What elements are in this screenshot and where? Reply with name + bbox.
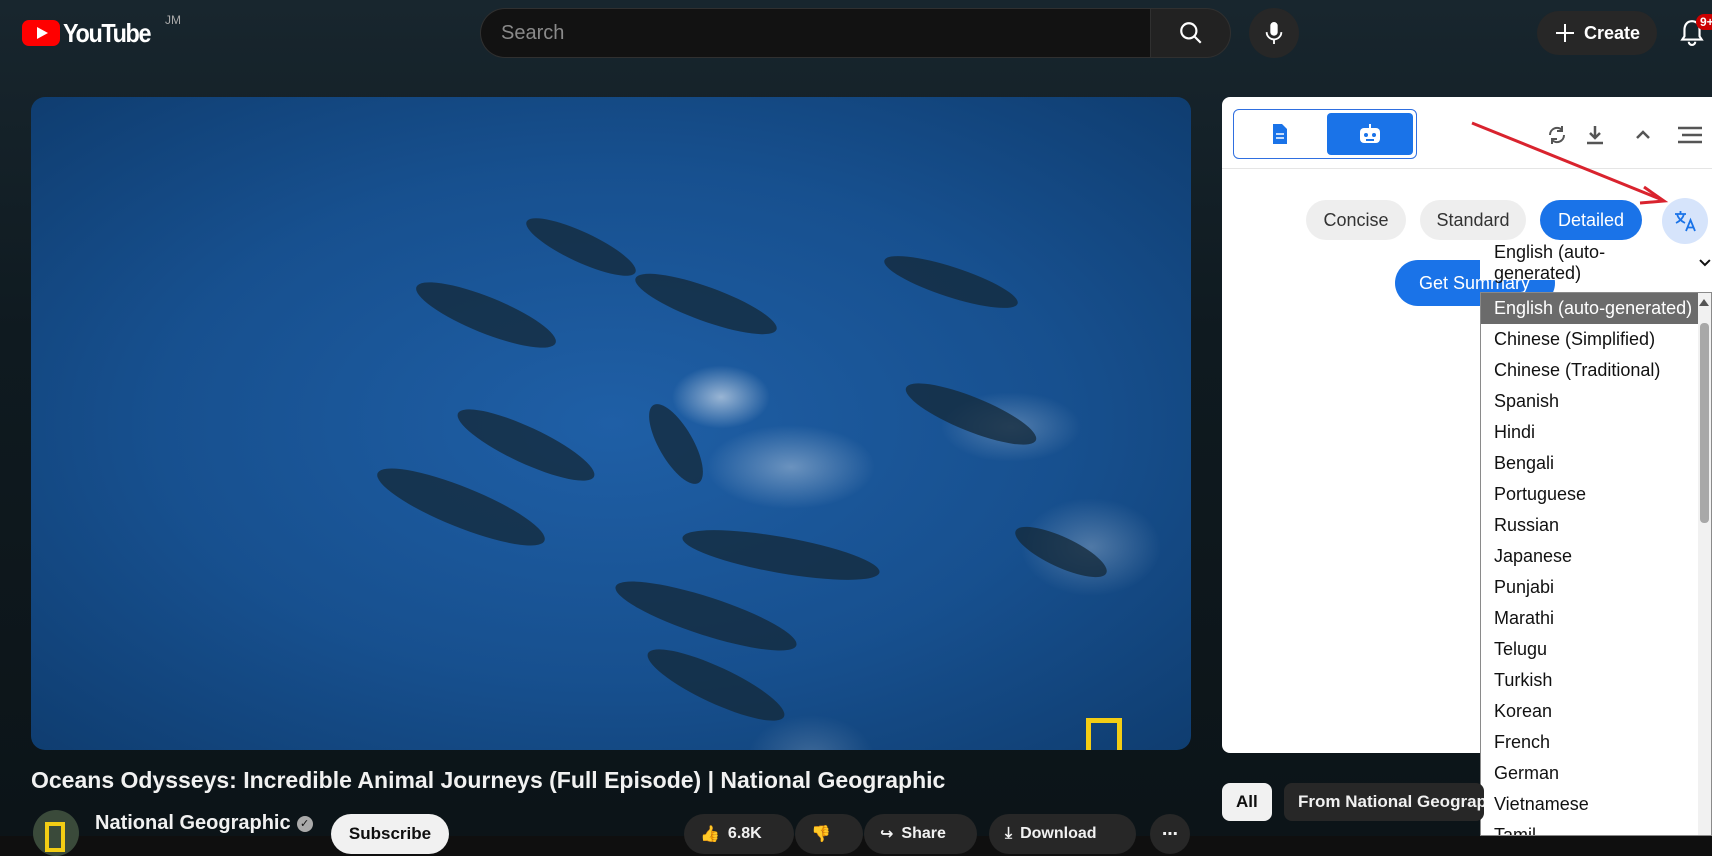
share-label: Share [901, 825, 946, 842]
scroll-thumb[interactable] [1700, 323, 1709, 523]
download-label: Download [1020, 825, 1097, 842]
language-option[interactable]: Marathi [1481, 603, 1711, 634]
download-icon: ⤓ [1005, 825, 1013, 842]
language-option[interactable]: Russian [1481, 510, 1711, 541]
whale-shape [629, 262, 783, 346]
whale-shape [679, 519, 883, 591]
language-option[interactable]: Bengali [1481, 448, 1711, 479]
video-title: Oceans Odysseys: Incredible Animal Journ… [31, 767, 946, 793]
language-select[interactable]: English (auto-generated) [1480, 242, 1712, 283]
dropdown-scrollbar[interactable] [1698, 293, 1711, 835]
download-button[interactable]: ⤓ Download [989, 814, 1136, 854]
language-option[interactable]: Japanese [1481, 541, 1711, 572]
more-icon: ⋯ [1162, 826, 1178, 843]
thumbs-up-icon: 👍 [700, 826, 720, 843]
language-option[interactable]: Tamil [1481, 820, 1711, 835]
document-icon [1273, 124, 1287, 144]
language-option[interactable]: French [1481, 727, 1711, 758]
language-option[interactable]: English (auto-generated) [1481, 293, 1711, 324]
menu-icon [1678, 126, 1702, 144]
national-geographic-logo-icon [1086, 718, 1122, 750]
robot-icon [1360, 124, 1380, 143]
filter-chip-all[interactable]: All [1222, 783, 1272, 821]
microphone-icon [1265, 22, 1283, 44]
whale-shape [899, 372, 1043, 456]
language-option[interactable]: Vietnamese [1481, 789, 1711, 820]
whale-shape [609, 568, 803, 664]
transcript-view-button[interactable] [1237, 113, 1323, 155]
search-bar [480, 8, 1231, 58]
video-player[interactable] [31, 97, 1191, 750]
language-option[interactable]: Portuguese [1481, 479, 1711, 510]
thumbs-down-icon: 👎 [811, 826, 831, 843]
search-input[interactable] [480, 8, 1150, 58]
language-option[interactable]: Hindi [1481, 417, 1711, 448]
chevron-down-icon [1699, 259, 1711, 267]
create-label: Create [1583, 22, 1641, 43]
menu-button[interactable] [1676, 121, 1704, 149]
scroll-up-arrow-icon[interactable] [1699, 299, 1709, 306]
like-button[interactable]: 👍 6.8K [684, 814, 794, 854]
search-button[interactable] [1150, 8, 1231, 58]
share-icon: ↪ [880, 826, 894, 843]
dislike-button[interactable]: 👎 [795, 814, 863, 854]
language-option[interactable]: Punjabi [1481, 572, 1711, 603]
language-select-value: English (auto-generated) [1494, 242, 1606, 283]
youtube-logo[interactable]: YouTube JM [22, 13, 181, 48]
subscribe-button[interactable]: Subscribe [331, 814, 449, 854]
whale-shape [370, 454, 552, 560]
whale-shape [1009, 517, 1113, 587]
whale-shape [879, 246, 1023, 318]
notification-badge: 9+ [1696, 14, 1712, 30]
whale-shape [520, 208, 642, 286]
language-dropdown-list: English (auto-generated) Chinese (Simpli… [1480, 292, 1712, 836]
language-option[interactable]: Turkish [1481, 665, 1711, 696]
create-button[interactable]: Create [1537, 11, 1657, 55]
language-option[interactable]: Telugu [1481, 634, 1711, 665]
channel-name[interactable]: National Geographic ✓ [95, 812, 313, 835]
view-toggle [1233, 109, 1417, 159]
annotation-arrow-icon [1471, 121, 1669, 205]
language-option[interactable]: German [1481, 758, 1711, 789]
whale-shape [409, 270, 563, 360]
search-icon [1179, 22, 1202, 44]
whale-shape [450, 396, 602, 494]
channel-avatar[interactable] [33, 810, 79, 856]
language-option[interactable]: Korean [1481, 696, 1711, 727]
logo-text: YouTube [63, 17, 152, 48]
plus-icon [1555, 24, 1574, 42]
more-actions-button[interactable]: ⋯ [1150, 814, 1190, 854]
language-option[interactable]: Chinese (Simplified) [1481, 324, 1711, 355]
share-button[interactable]: ↪ Share [864, 814, 977, 854]
voice-search-button[interactable] [1249, 8, 1299, 58]
language-option[interactable]: Chinese (Traditional) [1481, 355, 1711, 386]
whale-shape [638, 396, 714, 492]
ai-summary-view-button[interactable] [1327, 113, 1413, 155]
mode-concise-button[interactable]: Concise [1306, 200, 1406, 240]
language-option[interactable]: Spanish [1481, 386, 1711, 417]
verified-icon: ✓ [296, 815, 313, 832]
country-code: JM [165, 13, 181, 27]
channel-logo-icon [45, 822, 65, 852]
whale-shape [640, 636, 792, 734]
like-count: 6.8K [727, 825, 762, 842]
channel-name-text: National Geographic [95, 812, 291, 834]
filter-chip-channel[interactable]: From National Geographic [1284, 783, 1484, 821]
youtube-play-icon [22, 20, 60, 46]
